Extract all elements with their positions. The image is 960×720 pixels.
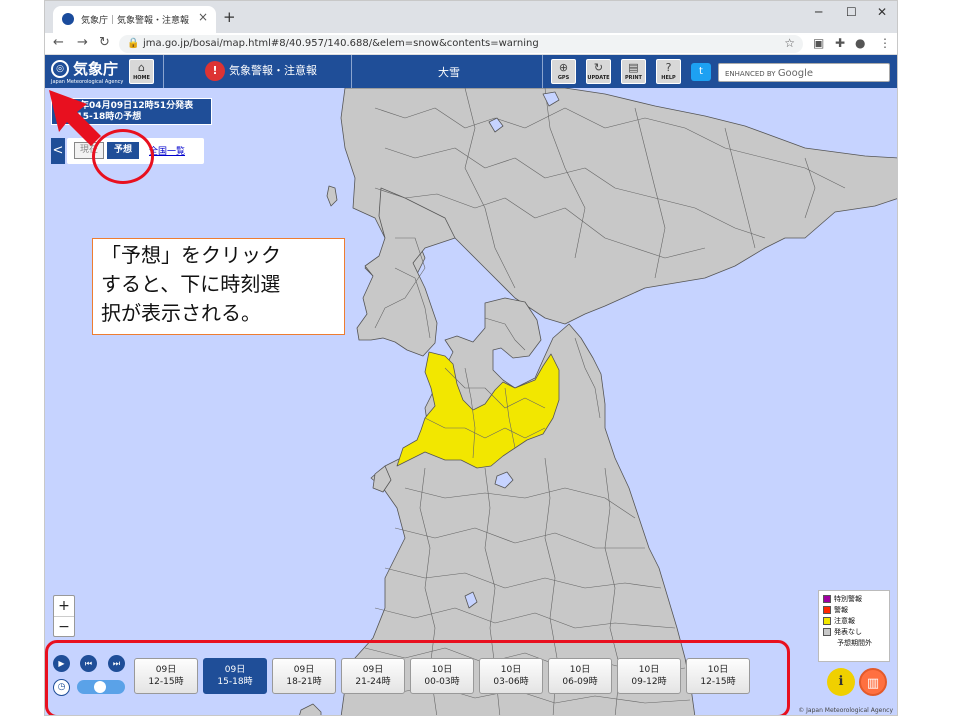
question-icon: ? <box>665 61 672 74</box>
legend-item: 注意報 <box>823 616 885 627</box>
map-area[interactable]: 2021年04月09日12時51分発表 09日15-18時の予想 < 現在 予想… <box>45 88 897 715</box>
time-button-selected[interactable]: 09日 15-18時 <box>203 658 267 694</box>
target-icon: ⊕ <box>558 61 569 74</box>
time-button[interactable]: 10日 12-15時 <box>686 658 750 694</box>
legend-swatch <box>823 617 831 625</box>
warning-icon: ! <box>205 61 225 81</box>
time-button[interactable]: 10日 06-09時 <box>548 658 612 694</box>
zoom-in-button[interactable]: + <box>54 596 74 616</box>
nationwide-list-link[interactable]: 全国一覧 <box>149 144 185 157</box>
time-button[interactable]: 09日 21-24時 <box>341 658 405 694</box>
legend-swatch <box>823 595 831 603</box>
legend-swatch <box>823 628 831 636</box>
header-divider <box>163 55 164 88</box>
back-button[interactable]: ← <box>53 35 64 50</box>
tab-title: 気象庁｜気象警報・注意報 <box>81 16 190 26</box>
browser-window: 気象庁｜気象警報・注意報 × + ─ ☐ ✕ ← → ↻ 🔒 jma.go.jp… <box>44 0 898 716</box>
auto-play-toggle[interactable] <box>77 680 125 694</box>
time-button[interactable]: 10日 00-03時 <box>410 658 474 694</box>
site-header: ◎ 気象庁 Japan Meteorological Agency ⌂ HOME… <box>45 55 897 88</box>
gps-button[interactable]: ⊕ GPS <box>551 59 576 84</box>
copyright: © Japan Meteorological Agency <box>798 707 893 714</box>
legend-extra: 予想期間外 <box>837 639 872 647</box>
map-canvas <box>299 88 897 715</box>
url-text[interactable]: jma.go.jp/bosai/map.html#8/40.957/140.68… <box>143 38 539 49</box>
lock-icon: 🔒 <box>127 38 140 49</box>
maximize-button[interactable]: ☐ <box>846 5 857 19</box>
url-field[interactable]: 🔒 jma.go.jp/bosai/map.html#8/40.957/140.… <box>119 35 803 53</box>
map-info-icon[interactable]: ℹ <box>827 668 855 696</box>
minimize-button[interactable]: ─ <box>815 5 822 19</box>
warning-label: 気象警報・注意報 <box>229 64 317 77</box>
refresh-icon: ↻ <box>593 61 604 74</box>
tab-bar: 気象庁｜気象警報・注意報 × + ─ ☐ ✕ <box>45 1 897 33</box>
next-button[interactable]: ⏭ <box>108 655 125 672</box>
home-label: HOME <box>133 75 150 81</box>
extension-icon[interactable]: ▣ <box>813 36 824 50</box>
time-button[interactable]: 09日 12-15時 <box>134 658 198 694</box>
jma-mark-icon: ◎ <box>51 60 69 78</box>
search-placeholder: ENHANCED BY Google <box>725 68 814 79</box>
time-button[interactable]: 10日 09-12時 <box>617 658 681 694</box>
help-label: HELP <box>661 75 676 81</box>
profile-icon[interactable]: ● <box>855 36 865 50</box>
header-divider <box>542 55 543 88</box>
element-selector[interactable]: 大雪 <box>438 64 460 80</box>
home-button[interactable]: ⌂ HOME <box>129 59 154 84</box>
twitter-icon[interactable]: t <box>691 63 711 81</box>
house-icon: ⌂ <box>138 61 145 74</box>
callout-line-2: すると、下に時刻選 <box>101 272 281 296</box>
printer-icon: ▤ <box>628 61 639 74</box>
legend-item: 警報 <box>823 605 885 616</box>
address-bar: ← → ↻ 🔒 jma.go.jp/bosai/map.html#8/40.95… <box>45 33 897 55</box>
time-button[interactable]: 10日 03-06時 <box>479 658 543 694</box>
legend-item: 特別警報 <box>823 594 885 605</box>
gps-label: GPS <box>557 75 570 81</box>
logo-text: 気象庁 <box>73 60 119 78</box>
clock-icon[interactable]: ◷ <box>53 679 70 696</box>
reload-button[interactable]: ↻ <box>99 35 110 50</box>
play-button[interactable]: ▶ <box>53 655 70 672</box>
prev-button[interactable]: ⏮ <box>80 655 97 672</box>
forward-button[interactable]: → <box>77 35 88 50</box>
tab-close-icon[interactable]: × <box>198 10 208 24</box>
update-button[interactable]: ↻ UPDATE <box>586 59 611 84</box>
legend-item: 発表なし <box>823 627 885 638</box>
callout-line-3: 択が表示される。 <box>101 301 261 325</box>
time-button[interactable]: 09日 18-21時 <box>272 658 336 694</box>
land-okushiri <box>326 185 338 207</box>
puzzle-icon[interactable]: ✚ <box>835 36 845 50</box>
menu-icon[interactable]: ⋮ <box>879 36 891 50</box>
browser-tab[interactable]: 気象庁｜気象警報・注意報 × <box>53 6 216 33</box>
close-window-button[interactable]: ✕ <box>877 5 887 19</box>
legend-swatch <box>823 606 831 614</box>
guide-book-icon[interactable]: ▥ <box>859 668 887 696</box>
new-tab-button[interactable]: + <box>223 8 236 26</box>
bookmark-star-icon[interactable]: ☆ <box>784 36 795 50</box>
warning-selector[interactable]: ! 気象警報・注意報 <box>205 61 317 81</box>
highlight-arrow-icon <box>49 90 101 146</box>
jma-favicon-icon <box>62 13 74 25</box>
annotation-callout: 「予想」をクリック すると、下に時刻選 択が表示される。 <box>92 238 345 335</box>
zoom-control: + − <box>53 595 75 637</box>
print-button[interactable]: ▤ PRINT <box>621 59 646 84</box>
zoom-out-button[interactable]: − <box>54 616 74 636</box>
legend: 特別警報 警報 注意報 発表なし 予想期間外 <box>818 590 890 662</box>
callout-line-1: 「予想」をクリック <box>101 243 281 267</box>
header-divider <box>351 55 352 88</box>
toggle-knob <box>94 681 106 693</box>
help-button[interactable]: ? HELP <box>656 59 681 84</box>
update-label: UPDATE <box>587 75 610 81</box>
logo-subtext: Japan Meteorological Agency <box>51 79 124 85</box>
print-label: PRINT <box>625 75 642 81</box>
search-input[interactable]: ENHANCED BY Google <box>718 63 890 82</box>
